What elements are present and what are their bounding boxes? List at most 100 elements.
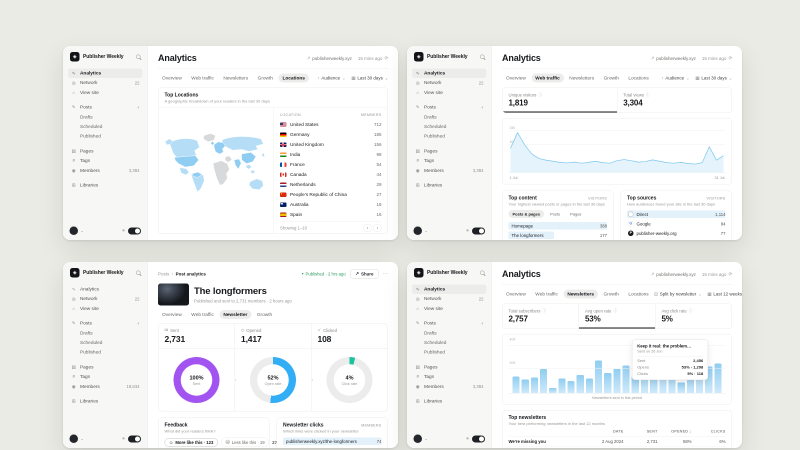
sidebar-item-drafts[interactable]: Drafts [68,112,143,122]
table-row[interactable]: Homepage388 [509,221,608,231]
location-row[interactable]: Spain16 [280,210,382,220]
tab-newsletters[interactable]: Newsletters [219,74,252,83]
tab-web-traffic[interactable]: Web traffic [531,74,563,83]
sidebar-item-libraries[interactable]: ⊞Libraries [412,180,487,190]
user-avatar[interactable] [70,435,79,444]
breadcrumb-posts[interactable]: Posts [158,271,169,276]
sidebar-item-published[interactable]: Published [412,348,487,358]
audience-dropdown[interactable]: ◔Audience⌄ [317,75,345,81]
sidebar-item-tags[interactable]: #Tags [68,372,143,382]
sidebar-item-published[interactable]: Published [68,132,143,142]
tab-newsletter[interactable]: Newsletter [219,310,251,319]
sidebar-item-view-site[interactable]: ⌂View site [68,88,143,98]
add-post-icon[interactable]: + [481,105,483,110]
add-post-icon[interactable]: + [137,105,139,110]
pill-pages[interactable]: Pages [566,210,585,218]
column-header-date[interactable]: Date [582,429,624,434]
table-row[interactable]: publisherweekly.xyz/the-longformers74 [283,437,382,447]
user-avatar[interactable] [70,227,79,236]
sidebar-item-posts[interactable]: ✎Posts+ [412,103,487,113]
pill-posts[interactable]: Posts [546,210,564,218]
refresh-icon[interactable]: ⟳ [728,56,732,62]
location-row[interactable]: United States712 [280,120,382,130]
feedback-pill-more-like-this-123[interactable]: ☺More like this · 123 [165,438,218,447]
user-avatar[interactable] [414,435,423,444]
sidebar-item-scheduled[interactable]: Scheduled [68,338,143,348]
location-row[interactable]: United Kingdom156 [280,140,382,150]
last-30-days-dropdown[interactable]: ▦Last 30 days⌄ [695,75,732,81]
table-row[interactable]: Direct1,114 [627,210,726,220]
tab-growth[interactable]: Growth [253,310,276,319]
sidebar-item-drafts[interactable]: Drafts [412,328,487,338]
dark-mode-toggle[interactable] [128,227,141,234]
tab-newsletters[interactable]: Newsletters [565,74,598,83]
sidebar-item-drafts[interactable]: Drafts [68,328,143,338]
search-icon[interactable] [480,55,485,60]
tab-newsletters[interactable]: Newsletters [563,290,598,299]
bar[interactable] [604,373,611,393]
location-row[interactable]: Netherlands29 [280,180,382,190]
sidebar-item-posts[interactable]: ✎Posts+ [412,319,487,329]
sidebar-item-published[interactable]: Published [412,132,487,142]
bar[interactable] [549,388,556,393]
workspace-switcher[interactable]: ◈Publisher Weekly [412,52,487,62]
column-header-sent[interactable]: Sent [624,429,658,434]
sidebar-item-scheduled[interactable]: Scheduled [68,122,143,132]
tab-growth[interactable]: Growth [600,290,623,299]
pill-posts-pages[interactable]: Posts & pages [509,210,545,218]
bar[interactable] [540,369,547,393]
bar[interactable] [558,379,565,393]
sidebar-item-analytics[interactable]: ∿Analytics [412,285,487,295]
stat-total-subscribers[interactable]: Total subscribersⓘ2,757 [503,304,580,329]
audience-dropdown[interactable]: ◔Audience⌄ [661,75,689,81]
bar[interactable] [623,365,630,393]
bar[interactable] [595,361,602,393]
add-post-icon[interactable]: + [137,321,139,326]
column-header-clicks[interactable]: Clicks [692,429,726,434]
sidebar-item-scheduled[interactable]: Scheduled [412,338,487,348]
bar[interactable] [531,377,538,393]
location-row[interactable]: France54 [280,160,382,170]
last-12-weeks-dropdown[interactable]: ▦Last 12 weeks⌄ [707,291,742,297]
tab-overview[interactable]: Overview [502,290,530,299]
light-mode-icon[interactable]: ☀ [121,228,125,234]
sidebar-item-pages[interactable]: ▤Pages [412,146,487,156]
sidebar-item-members[interactable]: ◉Members3,384 [412,382,487,392]
stat-avg-click-rate[interactable]: Avg click rateⓘ5% [656,304,732,329]
sidebar-item-network[interactable]: ◎Network22 [412,78,487,88]
tab-growth[interactable]: Growth [600,74,623,83]
bar[interactable] [577,375,584,393]
sidebar-item-analytics[interactable]: ∿Analytics [68,69,143,79]
split-by-newsletter-dropdown[interactable]: ⊟Split by newsletter⌄ [654,291,701,297]
dark-mode-toggle[interactable] [128,435,141,442]
light-mode-icon[interactable]: ☀ [465,228,469,234]
sidebar-item-pages[interactable]: ▤Pages [68,362,143,372]
site-link[interactable]: ↗ publisherweekly.xyz [651,272,696,278]
table-row[interactable]: Ppublisher-weekly.org77 [627,229,726,239]
dark-mode-toggle[interactable] [472,435,485,442]
light-mode-icon[interactable]: ☀ [121,436,125,442]
tab-web-traffic[interactable]: Web traffic [531,290,562,299]
sidebar-item-libraries[interactable]: ⊞Libraries [412,396,487,406]
refresh-icon[interactable]: ⟳ [728,272,732,278]
sidebar-item-tags[interactable]: #Tags [68,156,143,166]
stat-total-views[interactable]: Total viewsⓘ3,304 [617,88,731,113]
bar[interactable] [586,378,593,393]
location-row[interactable]: People's Republic of China27 [280,190,382,200]
tab-locations[interactable]: Locations [624,290,652,299]
table-row[interactable]: The longformers177 [509,231,608,241]
feedback-pill-less-like-this-19[interactable]: ☹Less like this · 19 [221,438,269,448]
table-row[interactable]: Reddit24 [627,238,726,240]
search-icon[interactable] [136,55,141,60]
add-post-icon[interactable]: + [481,321,483,326]
sidebar-item-view-site[interactable]: ⌂View site [412,304,487,314]
stat-unique-visitors[interactable]: Unique visitorsⓘ1,819 [503,88,618,113]
sidebar-item-tags[interactable]: #Tags [412,156,487,166]
search-icon[interactable] [480,271,485,276]
column-header-opened[interactable]: Opened ↓ [658,429,692,434]
sidebar-item-posts[interactable]: ✎Posts+ [68,319,143,329]
newsletter-row[interactable]: We're missing you2 Aug 20242,73158%6% [509,437,726,448]
sidebar-item-members[interactable]: ◉Members3,384 [68,166,143,176]
sidebar-item-view-site[interactable]: ⌂View site [68,304,143,314]
bar[interactable] [568,381,575,393]
